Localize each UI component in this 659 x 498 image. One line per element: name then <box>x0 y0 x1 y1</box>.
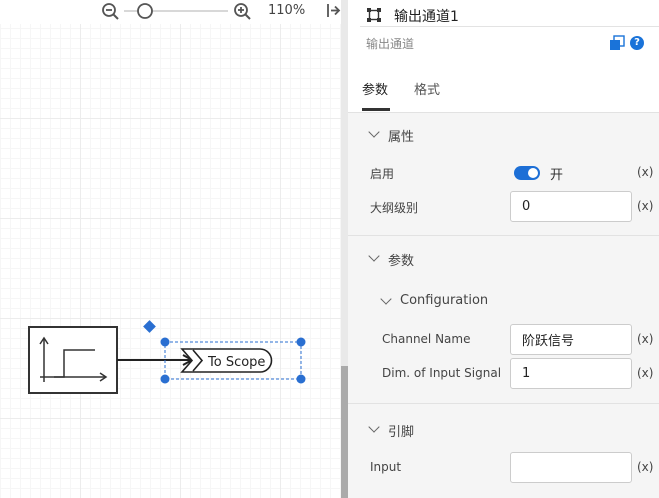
panel-splitter[interactable] <box>341 366 348 498</box>
active-tab-indicator <box>362 108 390 111</box>
canvas-toolbar: 110% <box>0 0 341 24</box>
enable-state-text: 开 <box>550 168 564 183</box>
zoom-in-icon[interactable] <box>233 2 253 22</box>
help-icon[interactable]: ? <box>630 36 644 50</box>
splitter-track <box>341 0 348 366</box>
expression-button[interactable]: (x) <box>637 460 653 474</box>
block-name: 输出通道1 <box>394 9 459 25</box>
input-pin-label: Input <box>370 460 402 474</box>
dim-input-signal-input[interactable] <box>510 358 632 389</box>
block-icon <box>367 8 381 22</box>
collapse-panel-icon[interactable] <box>326 2 341 20</box>
to-scope-label: To Scope <box>207 355 265 370</box>
resize-handle-bottom-left[interactable] <box>160 374 170 384</box>
channel-name-label: Channel Name <box>382 332 471 346</box>
dim-input-signal-label: Dim. of Input Signal <box>382 366 502 380</box>
tab-format[interactable]: 格式 <box>414 79 440 98</box>
properties-panel: 输出通道1 输出通道 ? 参数 格式 属性 启用 开 (x) 大纲级别 (x) … <box>348 0 659 498</box>
input-pin-field[interactable] <box>510 452 632 483</box>
signal-line[interactable] <box>117 354 195 366</box>
zoom-value: 110% <box>268 3 306 18</box>
section-title: 属性 <box>388 130 415 145</box>
enable-toggle[interactable] <box>514 166 540 180</box>
expression-button[interactable]: (x) <box>637 165 653 179</box>
expression-button[interactable]: (x) <box>637 199 653 213</box>
divider <box>348 403 659 404</box>
zoom-out-icon[interactable] <box>101 2 121 22</box>
resize-handle-bottom-right[interactable] <box>296 374 306 384</box>
chevron-down-icon <box>368 421 380 433</box>
chevron-down-icon <box>368 126 380 138</box>
resize-handle-top-left[interactable] <box>160 337 170 347</box>
chevron-down-icon <box>380 293 392 305</box>
diagram-canvas[interactable]: To Scope 110% <box>0 0 341 498</box>
outline-level-label: 大纲级别 <box>370 201 419 215</box>
toggle-knob <box>528 168 538 178</box>
section-title: 引脚 <box>388 425 415 440</box>
panel-header: 输出通道1 输出通道 ? 参数 格式 <box>348 0 659 112</box>
to-scope-block[interactable]: To Scope <box>143 320 306 384</box>
section-title: 参数 <box>388 254 415 269</box>
zoom-slider-thumb <box>137 3 153 19</box>
rotate-handle[interactable] <box>143 320 156 333</box>
channel-name-input[interactable] <box>510 324 632 355</box>
chevron-down-icon <box>368 250 380 262</box>
documentation-icon[interactable] <box>609 35 625 51</box>
resize-handle-top-right[interactable] <box>296 337 306 347</box>
configuration-title: Configuration <box>400 293 489 308</box>
title-underline <box>360 26 659 27</box>
expression-button[interactable]: (x) <box>637 332 653 346</box>
block-type: 输出通道 <box>366 37 415 51</box>
step-block[interactable] <box>28 326 118 394</box>
divider <box>348 235 659 236</box>
divider <box>348 112 659 113</box>
outline-level-input[interactable] <box>510 191 632 222</box>
enable-label: 启用 <box>370 167 395 181</box>
expression-button[interactable]: (x) <box>637 366 653 380</box>
diagram-svg: To Scope <box>28 320 306 394</box>
tab-parameters[interactable]: 参数 <box>362 79 388 98</box>
zoom-slider[interactable] <box>124 2 230 22</box>
